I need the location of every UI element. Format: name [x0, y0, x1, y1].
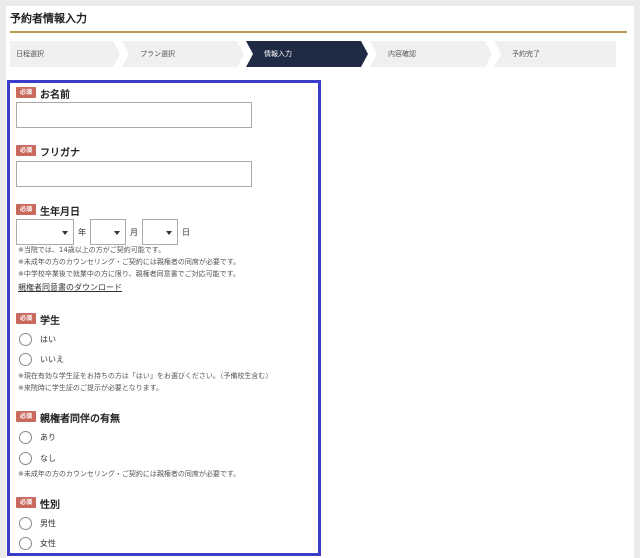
step-schedule: 日程選択: [10, 41, 120, 67]
guardian-no-radio[interactable]: [19, 452, 32, 465]
required-badge: 必須: [16, 497, 36, 508]
chevron-down-icon: [62, 231, 68, 235]
gender-label: 性別: [40, 500, 60, 511]
month-unit: 月: [130, 228, 138, 237]
required-badge: 必須: [16, 313, 36, 324]
student-no-label[interactable]: いいえ: [40, 354, 64, 365]
birth-note: ※未成年の方のカウンセリング・ご契約には親権者の同席が必要です。: [18, 258, 241, 266]
guardian-note: ※未成年の方のカウンセリング・ご契約には親権者の同席が必要です。: [18, 470, 241, 478]
step-confirm: 内容確認: [370, 41, 492, 67]
consent-form-download-link[interactable]: 親権者同意書のダウンロード: [18, 282, 122, 293]
gender-male-radio[interactable]: [19, 517, 32, 530]
birth-month-select[interactable]: [90, 219, 126, 245]
chevron-down-icon: [166, 231, 172, 235]
guardian-yes-radio[interactable]: [19, 431, 32, 444]
student-note: ※来院時に学生証のご提示が必要となります。: [18, 384, 163, 392]
gender-female-radio[interactable]: [19, 537, 32, 550]
birth-note: ※中学校卒業後で就業中の方に限り、親権者同意書でご対応可能です。: [18, 270, 240, 278]
required-badge: 必須: [16, 145, 36, 156]
birthdate-label: 生年月日: [40, 207, 80, 218]
furigana-input[interactable]: [16, 161, 252, 187]
guardian-yes-label[interactable]: あり: [40, 432, 56, 443]
required-badge: 必須: [16, 204, 36, 215]
guardian-no-label[interactable]: なし: [40, 453, 56, 464]
day-unit: 日: [182, 228, 190, 237]
student-yes-radio[interactable]: [19, 333, 32, 346]
birth-year-select[interactable]: [16, 219, 74, 245]
step-info-input: 情報入力: [246, 41, 368, 67]
student-yes-label[interactable]: はい: [40, 334, 56, 345]
step-plan: プラン選択: [122, 41, 244, 67]
student-note: ※現在有効な学生証をお持ちの方は「はい」をお選びください。（予備校生含む）: [18, 372, 273, 380]
step-complete: 予約完了: [494, 41, 616, 67]
chevron-down-icon: [114, 231, 120, 235]
required-badge: 必須: [16, 87, 36, 98]
progress-steps: 日程選択 プラン選択 情報入力 内容確認 予約完了: [10, 41, 616, 67]
student-label: 学生: [40, 316, 60, 327]
year-unit: 年: [78, 228, 86, 237]
name-label: お名前: [40, 90, 70, 101]
birth-note: ※当院では、14歳以上の方がご契約可能です。: [18, 246, 166, 254]
student-no-radio[interactable]: [19, 353, 32, 366]
name-input[interactable]: [16, 102, 252, 128]
furigana-label: フリガナ: [40, 148, 80, 159]
guardian-label: 親権者同伴の有無: [40, 414, 120, 425]
required-badge: 必須: [16, 411, 36, 422]
title-divider: [10, 31, 627, 33]
page-title: 予約者情報入力: [10, 12, 87, 25]
gender-female-label[interactable]: 女性: [40, 538, 56, 549]
birth-day-select[interactable]: [142, 219, 178, 245]
gender-male-label[interactable]: 男性: [40, 518, 56, 529]
